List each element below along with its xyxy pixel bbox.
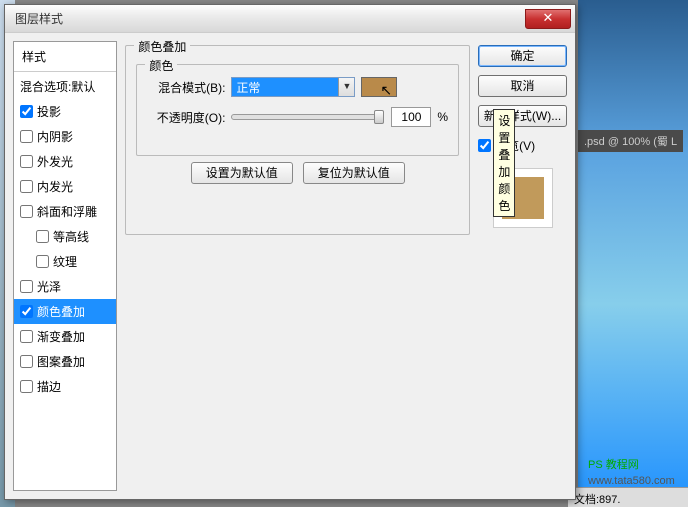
close-button[interactable]: ✕ bbox=[525, 9, 571, 29]
style-checkbox[interactable] bbox=[20, 330, 33, 343]
style-checkbox[interactable] bbox=[20, 380, 33, 393]
style-checkbox[interactable] bbox=[20, 130, 33, 143]
status-bar: 文档:897. bbox=[568, 487, 688, 507]
titlebar[interactable]: 图层样式 ✕ bbox=[5, 5, 575, 33]
style-item-12[interactable]: 描边 bbox=[14, 374, 116, 399]
styles-list: 样式 混合选项:默认投影内阴影外发光内发光斜面和浮雕等高线纹理光泽颜色叠加渐变叠… bbox=[13, 41, 117, 491]
style-checkbox[interactable] bbox=[36, 230, 49, 243]
opacity-label: 不透明度(O): bbox=[147, 109, 225, 126]
style-item-2[interactable]: 内阴影 bbox=[14, 124, 116, 149]
ok-button[interactable]: 确定 bbox=[478, 45, 567, 67]
style-item-6[interactable]: 等高线 bbox=[14, 224, 116, 249]
new-style-button[interactable]: 新建样式(W)... bbox=[478, 105, 567, 127]
chevron-down-icon: ▼ bbox=[338, 78, 354, 96]
settings-panel: 颜色叠加 颜色 混合模式(B): 正常 ▼ ↖ 不透明度(O bbox=[125, 41, 470, 491]
blend-mode-value: 正常 bbox=[232, 79, 338, 96]
style-checkbox[interactable] bbox=[20, 280, 33, 293]
style-checkbox[interactable] bbox=[20, 305, 33, 318]
style-checkbox[interactable] bbox=[20, 355, 33, 368]
style-item-10[interactable]: 渐变叠加 bbox=[14, 324, 116, 349]
style-item-0[interactable]: 混合选项:默认 bbox=[14, 74, 116, 99]
style-checkbox[interactable] bbox=[20, 205, 33, 218]
preview-check-input[interactable] bbox=[478, 139, 491, 152]
style-item-label: 颜色叠加 bbox=[37, 303, 85, 320]
opacity-unit: % bbox=[437, 110, 448, 124]
cursor-icon: ↖ bbox=[380, 82, 392, 99]
blend-mode-label: 混合模式(B): bbox=[147, 79, 225, 96]
set-default-button[interactable]: 设置为默认值 bbox=[191, 162, 293, 184]
color-swatch[interactable]: ↖ bbox=[361, 77, 397, 97]
panel-title: 颜色叠加 bbox=[134, 38, 190, 55]
dialog-title: 图层样式 bbox=[15, 10, 525, 27]
style-item-label: 内发光 bbox=[37, 178, 73, 195]
inner-title: 颜色 bbox=[145, 57, 177, 74]
style-item-4[interactable]: 内发光 bbox=[14, 174, 116, 199]
tooltip: 设置叠加颜色 bbox=[493, 109, 515, 217]
watermark-site: PS 教程网 bbox=[588, 456, 639, 472]
opacity-slider[interactable] bbox=[231, 114, 381, 120]
style-item-label: 等高线 bbox=[53, 228, 89, 245]
reset-default-button[interactable]: 复位为默认值 bbox=[303, 162, 405, 184]
style-checkbox[interactable] bbox=[20, 105, 33, 118]
preview-checkbox[interactable]: 预览(V) bbox=[478, 135, 567, 156]
style-item-label: 外发光 bbox=[37, 153, 73, 170]
style-item-label: 渐变叠加 bbox=[37, 328, 85, 345]
style-item-11[interactable]: 图案叠加 bbox=[14, 349, 116, 374]
style-item-label: 图案叠加 bbox=[37, 353, 85, 370]
styles-header: 样式 bbox=[14, 42, 116, 72]
style-item-1[interactable]: 投影 bbox=[14, 99, 116, 124]
style-item-label: 描边 bbox=[37, 378, 61, 395]
style-checkbox[interactable] bbox=[20, 155, 33, 168]
style-item-label: 投影 bbox=[37, 103, 61, 120]
style-item-5[interactable]: 斜面和浮雕 bbox=[14, 199, 116, 224]
cancel-button[interactable]: 取消 bbox=[478, 75, 567, 97]
document-tab[interactable]: .psd @ 100% (蜀 L bbox=[578, 130, 683, 152]
watermark-url: www.tata580.com bbox=[588, 475, 675, 487]
app-background: .psd @ 100% (蜀 L PS 教程网 www.tata580.com bbox=[578, 0, 688, 507]
opacity-input[interactable] bbox=[391, 107, 431, 127]
style-item-label: 斜面和浮雕 bbox=[37, 203, 97, 220]
blend-mode-combo[interactable]: 正常 ▼ bbox=[231, 77, 355, 97]
layer-style-dialog: 图层样式 ✕ 样式 混合选项:默认投影内阴影外发光内发光斜面和浮雕等高线纹理光泽… bbox=[4, 4, 576, 500]
style-item-label: 纹理 bbox=[53, 253, 77, 270]
style-item-7[interactable]: 纹理 bbox=[14, 249, 116, 274]
style-item-label: 混合选项:默认 bbox=[20, 78, 95, 95]
style-item-label: 内阴影 bbox=[37, 128, 73, 145]
action-panel: 确定 取消 新建样式(W)... 预览(V) bbox=[478, 41, 567, 491]
style-checkbox[interactable] bbox=[36, 255, 49, 268]
style-item-9[interactable]: 颜色叠加 bbox=[14, 299, 116, 324]
style-item-3[interactable]: 外发光 bbox=[14, 149, 116, 174]
style-checkbox[interactable] bbox=[20, 180, 33, 193]
style-item-8[interactable]: 光泽 bbox=[14, 274, 116, 299]
style-item-label: 光泽 bbox=[37, 278, 61, 295]
